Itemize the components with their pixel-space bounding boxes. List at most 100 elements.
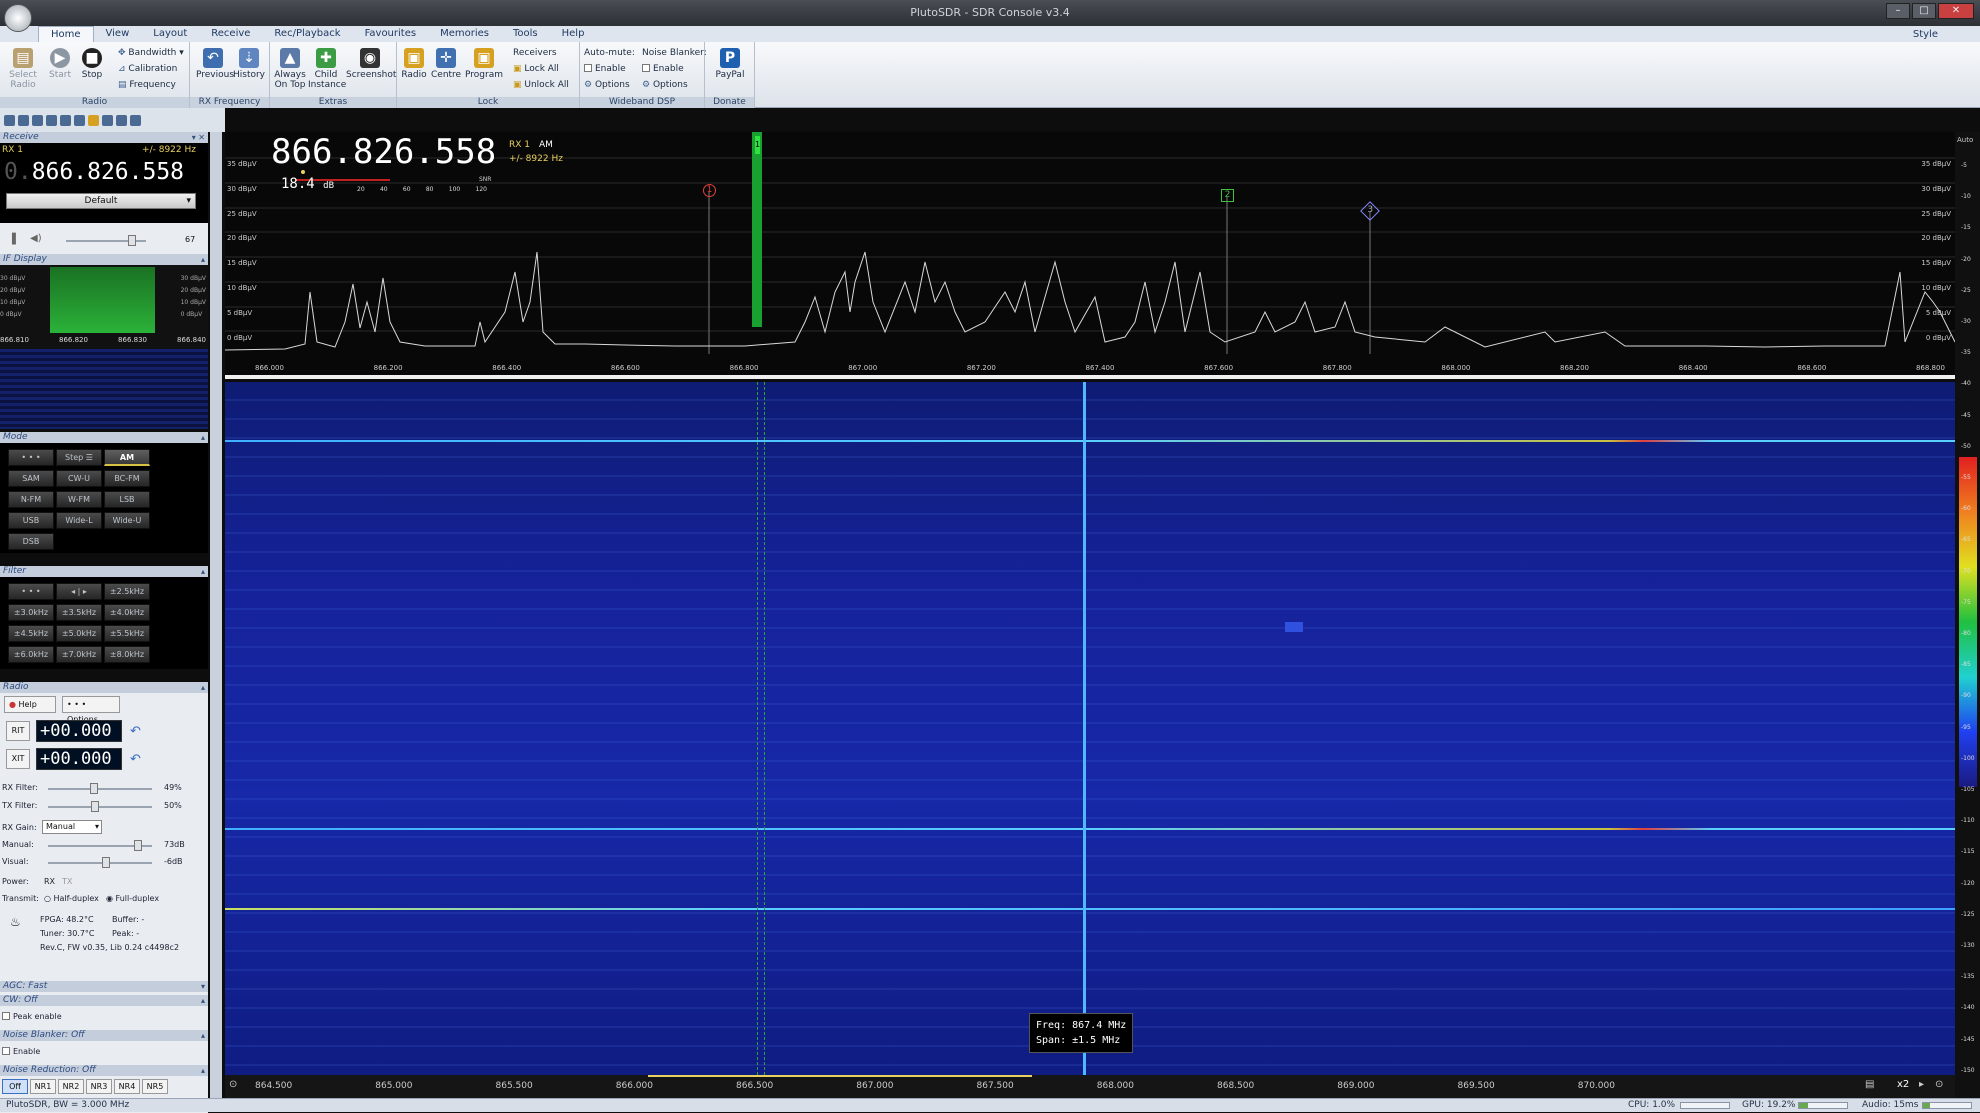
zoom-level[interactable]: x2 [1897, 1079, 1909, 1090]
frequency-button[interactable]: ▤ Frequency [118, 80, 176, 90]
maximize-button[interactable]: □ [1912, 3, 1936, 19]
mode-wide-u-button[interactable]: Wide-U [104, 512, 150, 529]
minimize-button[interactable]: – [1886, 3, 1910, 19]
filter-3-0khz-button[interactable]: ±3.0kHz [8, 604, 54, 621]
users-icon[interactable] [18, 114, 29, 126]
stop-button[interactable]: ■ Stop [78, 48, 106, 80]
history-button[interactable]: ⇣ History [232, 48, 266, 80]
lock-centre-button[interactable]: ✛ Centre [431, 48, 461, 80]
mode-sam-button[interactable]: SAM [8, 470, 54, 487]
noise-blanker-title[interactable]: Noise Blanker: Off ▴ [0, 1030, 208, 1041]
marker-2[interactable]: 2 [1221, 189, 1234, 202]
mode-dsb-button[interactable]: DSB [8, 533, 54, 550]
filter-5-0khz-button[interactable]: ±5.0kHz [56, 625, 102, 642]
noise-blanker-options-button[interactable]: ⚙ Options [642, 80, 688, 90]
camera-small-icon[interactable] [102, 114, 113, 126]
paypal-button[interactable]: P PayPal [711, 48, 749, 80]
panel-close-icon[interactable]: ▾ ✕ [192, 132, 205, 143]
filter-3-5khz-button[interactable]: ±3.5kHz [56, 604, 102, 621]
noise-blanker-enable-checkbox[interactable]: Enable [642, 64, 684, 74]
auto-mute-options-button[interactable]: ⚙ Options [584, 80, 630, 90]
mode-bc-fm-button[interactable]: BC-FM [104, 470, 150, 487]
nr4-button[interactable]: NR4 [114, 1079, 140, 1094]
nr-off-button[interactable]: Off [2, 1079, 28, 1094]
nr1-button[interactable]: NR1 [30, 1079, 56, 1094]
mode-am-button[interactable]: AM [104, 449, 150, 466]
xit-button[interactable]: XIT [6, 749, 30, 769]
mode-w-fm-button[interactable]: W-FM [56, 491, 102, 508]
if-filter-passband[interactable] [50, 267, 155, 333]
tab-rec-playback[interactable]: Rec/Playback [262, 26, 352, 42]
volume-slider[interactable] [66, 235, 146, 246]
mode-more-button[interactable]: • • • [8, 449, 54, 466]
unlock-all-button[interactable]: ▣ Unlock All [513, 80, 569, 90]
receive-frequency-display[interactable]: 0.866.826.558 [4, 159, 184, 185]
lock-program-button[interactable]: ▣ Program [465, 48, 503, 80]
auto-scale-label[interactable]: Auto [1957, 136, 1973, 144]
zoom-arrow-icon[interactable]: ▸ [1919, 1079, 1924, 1090]
home-icon[interactable] [4, 114, 15, 126]
mode-step-button[interactable]: Step ☰ [56, 449, 102, 466]
undo-small-icon[interactable] [130, 114, 141, 126]
spectrum-display[interactable]: 1 866.826.558 RX 1 AM +/- 8922 Hz 18.4 d… [225, 132, 1955, 379]
lock-radio-button[interactable]: ▣ Radio [399, 48, 429, 80]
rx-filter-slider[interactable] [48, 783, 152, 794]
half-duplex-radio[interactable]: ○ Half-duplex [44, 894, 99, 903]
rit-reset-icon[interactable]: ↶ [130, 724, 141, 739]
agc-expand-icon[interactable]: ▾ [201, 981, 205, 992]
radio-collapse-icon[interactable]: ▴ [201, 682, 205, 693]
auto-mute-enable-checkbox[interactable]: Enable [584, 64, 626, 74]
play-small-icon[interactable] [46, 114, 57, 126]
child-instance-button[interactable]: ✚ Child Instance [308, 48, 346, 90]
mode-cw-u-button[interactable]: CW-U [56, 470, 102, 487]
marker-1[interactable]: 1 [703, 184, 716, 197]
speaker-icon[interactable]: ◀) [30, 233, 42, 244]
mode-lsb-button[interactable]: LSB [104, 491, 150, 508]
rit-value[interactable]: +00.000 [36, 720, 122, 742]
style-menu[interactable]: Style [1901, 27, 1950, 43]
spectrum-frequency-display[interactable]: 866.826.558 [271, 132, 496, 172]
cw-peak-enable-checkbox[interactable]: Peak enable [2, 1012, 62, 1021]
lock-all-button[interactable]: ▣ Lock All [513, 64, 559, 74]
always-on-top-button[interactable]: ▲ Always On Top [272, 48, 308, 90]
nb-collapse-icon[interactable]: ▴ [201, 1030, 205, 1041]
xit-reset-icon[interactable]: ↶ [130, 752, 141, 767]
waterfall-display[interactable]: Freq: 867.4 MHz Span: ±1.5 MHz [225, 382, 1955, 1075]
nr3-button[interactable]: NR3 [86, 1079, 112, 1094]
calibration-button[interactable]: ⊿ Calibration [118, 64, 177, 74]
folder-icon[interactable] [32, 114, 43, 126]
nr5-button[interactable]: NR5 [142, 1079, 168, 1094]
nr-collapse-icon[interactable]: ▴ [201, 1065, 205, 1076]
filter-7-0khz-button[interactable]: ±7.0kHz [56, 646, 102, 663]
cw-title[interactable]: CW: Off ▴ [0, 995, 208, 1006]
manual-gain-slider[interactable] [48, 840, 152, 851]
mode-usb-button[interactable]: USB [8, 512, 54, 529]
filter-6-0khz-button[interactable]: ±6.0kHz [8, 646, 54, 663]
axis-left-button-icon[interactable]: ⊙ [229, 1079, 237, 1090]
filter-width-button[interactable]: ◂ | ▸ [56, 583, 102, 600]
mode-n-fm-button[interactable]: N-FM [8, 491, 54, 508]
select-radio-button[interactable]: ▤ Select Radio [6, 48, 40, 90]
axis-right-button-icon[interactable]: ⊙ [1935, 1079, 1943, 1090]
record-icon[interactable] [60, 114, 71, 126]
filter-more-button[interactable]: • • • [8, 583, 54, 600]
star-icon[interactable] [88, 114, 99, 126]
tx-filter-slider[interactable] [48, 801, 152, 812]
nb-enable-checkbox[interactable]: Enable [2, 1047, 40, 1056]
mode-wide-l-button[interactable]: Wide-L [56, 512, 102, 529]
preset-select[interactable]: Default ▾ [6, 193, 196, 209]
filter-5-5khz-button[interactable]: ±5.5kHz [104, 625, 150, 642]
waterfall-frequency-axis[interactable]: ⊙ 864.500 865.000 865.500 866.000 866.500 867… [225, 1075, 1955, 1098]
waterfall-settings-icon[interactable]: ▤ [1865, 1079, 1874, 1090]
previous-button[interactable]: ↶ Previous [196, 48, 234, 80]
xit-value[interactable]: +00.000 [36, 748, 122, 770]
start-button[interactable]: ▶ Start [46, 48, 74, 80]
mode-collapse-icon[interactable]: ▴ [201, 432, 205, 443]
tab-help[interactable]: Help [550, 26, 597, 42]
filter-4-0khz-button[interactable]: ±4.0kHz [104, 604, 150, 621]
rx-gain-select[interactable]: Manual ▾ [42, 820, 102, 834]
tab-tools[interactable]: Tools [501, 26, 550, 42]
tab-favourites[interactable]: Favourites [353, 26, 429, 42]
tab-receive[interactable]: Receive [199, 26, 262, 42]
filter-4-5khz-button[interactable]: ±4.5kHz [8, 625, 54, 642]
